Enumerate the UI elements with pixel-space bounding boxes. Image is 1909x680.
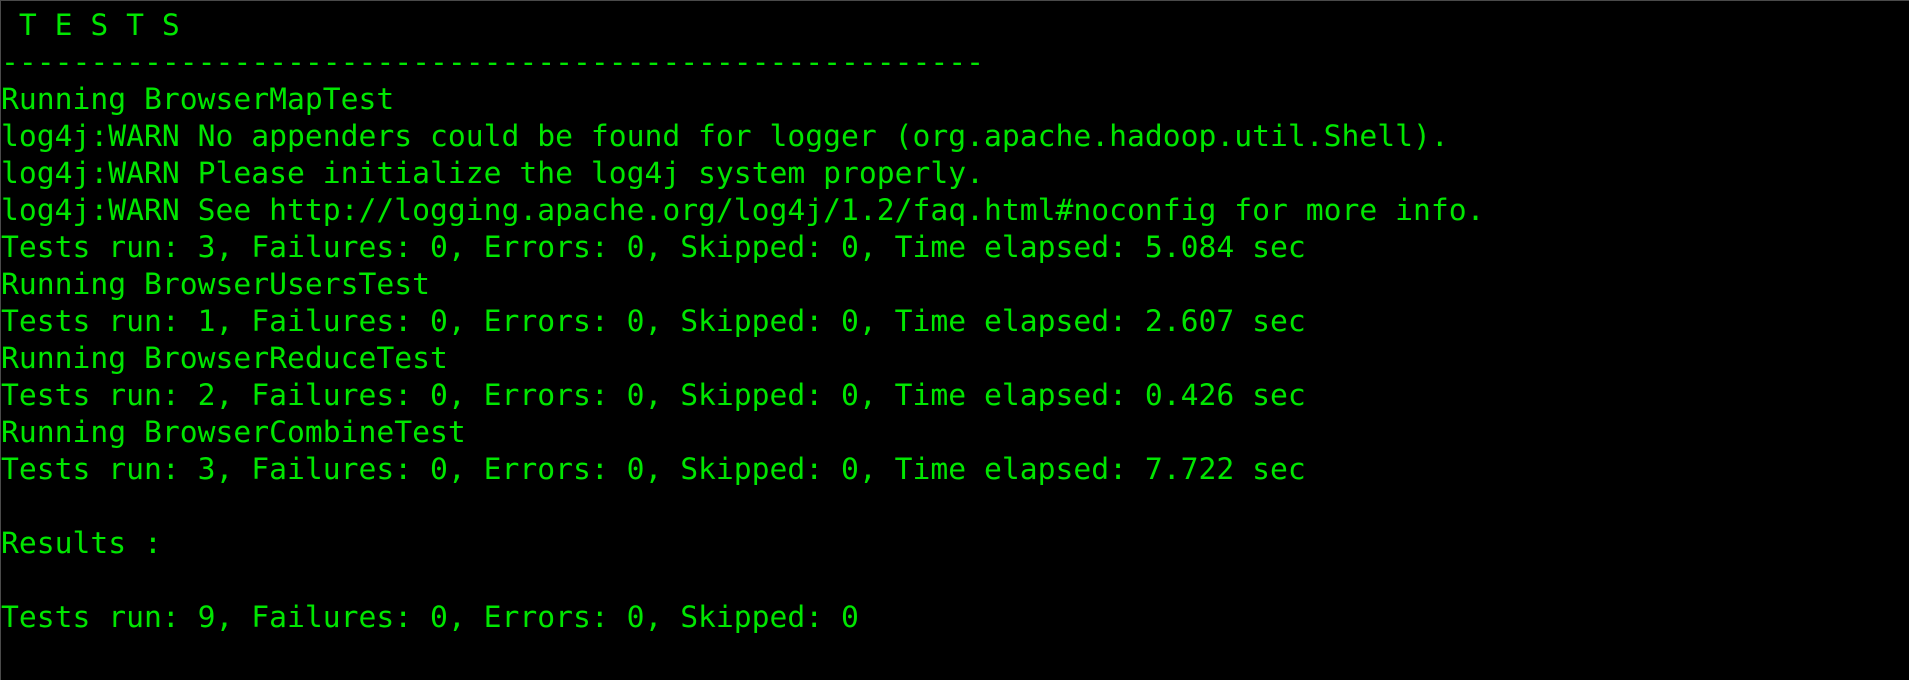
test-result-line: Tests run: 3, Failures: 0, Errors: 0, Sk… (1, 230, 1306, 265)
results-heading: Results : (1, 526, 162, 561)
separator-line: ----------------------------------------… (1, 45, 985, 80)
warning-line: log4j:WARN No appenders could be found f… (1, 119, 1449, 154)
terminal-output: T E S T S ------------------------------… (1, 7, 1485, 636)
warning-line: log4j:WARN See http://logging.apache.org… (1, 193, 1485, 228)
terminal-window[interactable]: T E S T S ------------------------------… (0, 0, 1909, 680)
running-line: Running BrowserReduceTest (1, 341, 448, 376)
test-result-line: Tests run: 1, Failures: 0, Errors: 0, Sk… (1, 304, 1306, 339)
tests-header: T E S T S (1, 8, 180, 43)
summary-line: Tests run: 9, Failures: 0, Errors: 0, Sk… (1, 600, 859, 635)
warning-line: log4j:WARN Please initialize the log4j s… (1, 156, 985, 191)
test-result-line: Tests run: 2, Failures: 0, Errors: 0, Sk… (1, 378, 1306, 413)
test-result-line: Tests run: 3, Failures: 0, Errors: 0, Sk… (1, 452, 1306, 487)
running-line: Running BrowserUsersTest (1, 267, 430, 302)
running-line: Running BrowserMapTest (1, 82, 395, 117)
running-line: Running BrowserCombineTest (1, 415, 466, 450)
